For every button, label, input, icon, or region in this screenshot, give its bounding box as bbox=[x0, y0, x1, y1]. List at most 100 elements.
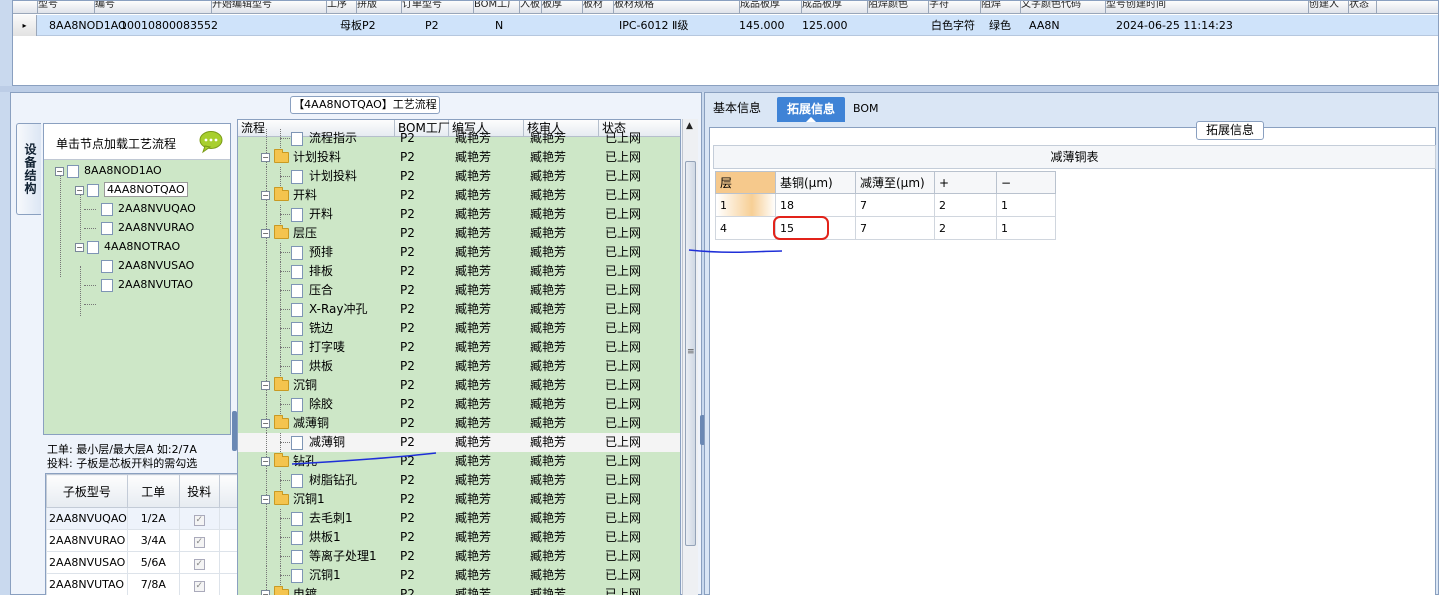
cell-plus[interactable]: 2 bbox=[934, 216, 997, 240]
col-header[interactable]: 开始编辑型号 bbox=[212, 1, 327, 14]
collapse-icon[interactable]: − bbox=[75, 185, 84, 195]
cell-order[interactable]: 5/6A bbox=[126, 551, 180, 574]
collapse-icon[interactable]: − bbox=[261, 229, 270, 238]
process-scrollbar[interactable]: ▲ ≡ bbox=[682, 119, 698, 595]
table-row[interactable]: X-Ray冲孔 P2 臧艳芳 臧艳芳 已上网 bbox=[238, 300, 680, 319]
tree-node[interactable]: 2AA8NVUSAO bbox=[101, 258, 194, 274]
cell-minus[interactable]: 1 bbox=[996, 216, 1056, 240]
col-header[interactable]: BOM工厂 bbox=[474, 1, 520, 14]
collapse-icon[interactable]: − bbox=[261, 457, 270, 466]
tree-node[interactable]: 2AA8NVUTAO bbox=[101, 277, 193, 293]
table-row[interactable]: − 开料 P2 臧艳芳 臧艳芳 已上网 bbox=[238, 186, 680, 205]
tab-extended-info[interactable]: 拓展信息 bbox=[777, 97, 845, 122]
collapse-icon[interactable]: − bbox=[261, 419, 270, 428]
table-row[interactable]: − 减薄铜 P2 臧艳芳 臧艳芳 已上网 bbox=[238, 414, 680, 433]
table-row[interactable]: 压合 P2 臧艳芳 臧艳芳 已上网 bbox=[238, 281, 680, 300]
col-header[interactable]: 拼版 bbox=[357, 1, 402, 14]
table-row[interactable]: 除胶 P2 臧艳芳 臧艳芳 已上网 bbox=[238, 395, 680, 414]
cell-order[interactable]: 3/4A bbox=[126, 529, 180, 552]
collapse-icon[interactable]: − bbox=[261, 495, 270, 504]
col-header-minus[interactable]: − bbox=[996, 171, 1056, 194]
tab-bom[interactable]: BOM bbox=[845, 95, 887, 122]
tree-node[interactable]: − 8AA8NOD1AO bbox=[55, 163, 162, 179]
table-row[interactable]: − 电镀 P2 臧艳芳 臧艳芳 已上网 bbox=[238, 585, 680, 595]
col-header[interactable]: 阻焊颜色 bbox=[868, 1, 929, 14]
table-row[interactable]: 沉铜1 P2 臧艳芳 臧艳芳 已上网 bbox=[238, 566, 680, 585]
table-row[interactable]: 2AA8NVUSAO 5/6A ✓ bbox=[46, 551, 240, 574]
col-header-order[interactable]: 工单 bbox=[126, 474, 180, 508]
cell-base-copper[interactable]: 18 bbox=[775, 193, 856, 217]
table-row[interactable]: 烘板 P2 臧艳芳 臧艳芳 已上网 bbox=[238, 357, 680, 376]
col-header-feed[interactable]: 投料 bbox=[178, 474, 220, 508]
feed-checkbox[interactable]: ✓ bbox=[193, 514, 205, 526]
col-header[interactable]: 状态 bbox=[1349, 1, 1377, 14]
collapse-icon[interactable]: − bbox=[261, 590, 270, 595]
table-row[interactable]: 铣边 P2 臧艳芳 臧艳芳 已上网 bbox=[238, 319, 680, 338]
collapse-icon[interactable]: − bbox=[261, 381, 270, 390]
col-header[interactable]: 成品板厚 bbox=[802, 1, 868, 14]
col-header[interactable]: 型号 bbox=[38, 1, 95, 14]
collapse-icon[interactable]: − bbox=[55, 166, 64, 176]
model-grid-row[interactable]: ▸ 8AA8NOD1AO 10010800083552 母板 P2 P2 N I… bbox=[13, 15, 1438, 36]
table-row[interactable]: 等离子处理1 P2 臧艳芳 臧艳芳 已上网 bbox=[238, 547, 680, 566]
col-header-thin-to[interactable]: 减薄至(μm) bbox=[855, 171, 935, 194]
table-row[interactable]: − 沉铜 P2 臧艳芳 臧艳芳 已上网 bbox=[238, 376, 680, 395]
table-row[interactable]: 树脂钻孔 P2 臧艳芳 臧艳芳 已上网 bbox=[238, 471, 680, 490]
cell-order[interactable]: 1/2A bbox=[126, 507, 180, 530]
cell-minus[interactable]: 1 bbox=[996, 193, 1056, 217]
col-header[interactable]: 成品板厚 bbox=[740, 1, 802, 14]
table-row[interactable]: 计划投料 P2 臧艳芳 臧艳芳 已上网 bbox=[238, 167, 680, 186]
table-row[interactable]: 4 15 7 2 1 bbox=[715, 216, 1056, 240]
table-row[interactable]: 流程指示 P2 臧艳芳 臧艳芳 已上网 bbox=[238, 129, 680, 148]
table-row[interactable]: 开料 P2 臧艳芳 臧艳芳 已上网 bbox=[238, 205, 680, 224]
col-header-sub-model[interactable]: 子板型号 bbox=[46, 474, 128, 508]
col-header-plus[interactable]: + bbox=[934, 171, 997, 194]
scrollbar-thumb[interactable]: ≡ bbox=[685, 161, 696, 546]
cell-plus[interactable]: 2 bbox=[934, 193, 997, 217]
collapse-icon[interactable]: − bbox=[261, 191, 270, 200]
table-row[interactable]: 排板 P2 臧艳芳 臧艳芳 已上网 bbox=[238, 262, 680, 281]
col-header[interactable]: 工序 bbox=[327, 1, 357, 14]
feed-checkbox[interactable]: ✓ bbox=[193, 580, 205, 592]
tab-basic-info[interactable]: 基本信息 bbox=[705, 95, 769, 122]
collapse-icon[interactable]: − bbox=[261, 153, 270, 162]
tree-node[interactable]: 2AA8NVURAO bbox=[101, 220, 194, 236]
col-header[interactable]: 板材规格 bbox=[614, 1, 740, 14]
col-header[interactable]: 编号 bbox=[95, 1, 212, 14]
table-row[interactable]: 去毛刺1 P2 臧艳芳 臧艳芳 已上网 bbox=[238, 509, 680, 528]
cell-layer[interactable]: 1 bbox=[715, 193, 776, 217]
col-header[interactable]: 型号创建时间 bbox=[1106, 1, 1309, 14]
table-row[interactable]: 烘板1 P2 臧艳芳 臧艳芳 已上网 bbox=[238, 528, 680, 547]
table-row[interactable]: 打字唛 P2 臧艳芳 臧艳芳 已上网 bbox=[238, 338, 680, 357]
col-header[interactable]: 入板 bbox=[520, 1, 542, 14]
table-row[interactable]: − 计划投料 P2 臧艳芳 臧艳芳 已上网 bbox=[238, 148, 680, 167]
tree-node-selected[interactable]: − 4AA8NOTQAO bbox=[75, 182, 188, 198]
cell-order[interactable]: 7/8A bbox=[126, 573, 180, 595]
table-row[interactable]: 预排 P2 臧艳芳 臧艳芳 已上网 bbox=[238, 243, 680, 262]
cell-layer[interactable]: 4 bbox=[715, 216, 776, 240]
collapse-icon[interactable]: − bbox=[75, 242, 84, 252]
feed-checkbox[interactable]: ✓ bbox=[193, 536, 205, 548]
col-header[interactable]: 文字颜色代码 bbox=[1021, 1, 1106, 14]
col-header[interactable]: 板材 bbox=[583, 1, 614, 14]
table-row[interactable]: − 层压 P2 臧艳芳 臧艳芳 已上网 bbox=[238, 224, 680, 243]
col-header[interactable]: 板厚 bbox=[542, 1, 583, 14]
table-row[interactable]: 1 18 7 2 1 bbox=[715, 193, 1056, 217]
col-header[interactable]: 订单型号 bbox=[402, 1, 474, 14]
scroll-up-icon[interactable]: ▲ bbox=[686, 121, 693, 131]
vertical-tab-device-structure[interactable]: 设备结构 bbox=[16, 123, 41, 215]
col-header-layer[interactable]: 层 bbox=[715, 171, 776, 194]
col-header[interactable]: 创建人 bbox=[1309, 1, 1349, 14]
tree-node[interactable]: 2AA8NVUQAO bbox=[101, 201, 196, 217]
table-row[interactable]: − 沉铜1 P2 臧艳芳 臧艳芳 已上网 bbox=[238, 490, 680, 509]
col-header[interactable]: 字符 bbox=[929, 1, 981, 14]
cell-thin-to[interactable]: 7 bbox=[855, 216, 935, 240]
table-row[interactable]: 2AA8NVUTAO 7/8A ✓ bbox=[46, 573, 240, 595]
table-row[interactable]: 2AA8NVURAO 3/4A ✓ bbox=[46, 529, 240, 552]
col-header-base-copper[interactable]: 基铜(μm) bbox=[775, 171, 856, 194]
col-header[interactable]: 阻焊 bbox=[981, 1, 1021, 14]
feed-checkbox[interactable]: ✓ bbox=[193, 558, 205, 570]
table-row[interactable]: 2AA8NVUQAO 1/2A ✓ bbox=[46, 507, 240, 530]
tree-node[interactable]: − 4AA8NOTRAO bbox=[75, 239, 180, 255]
cell-thin-to[interactable]: 7 bbox=[855, 193, 935, 217]
